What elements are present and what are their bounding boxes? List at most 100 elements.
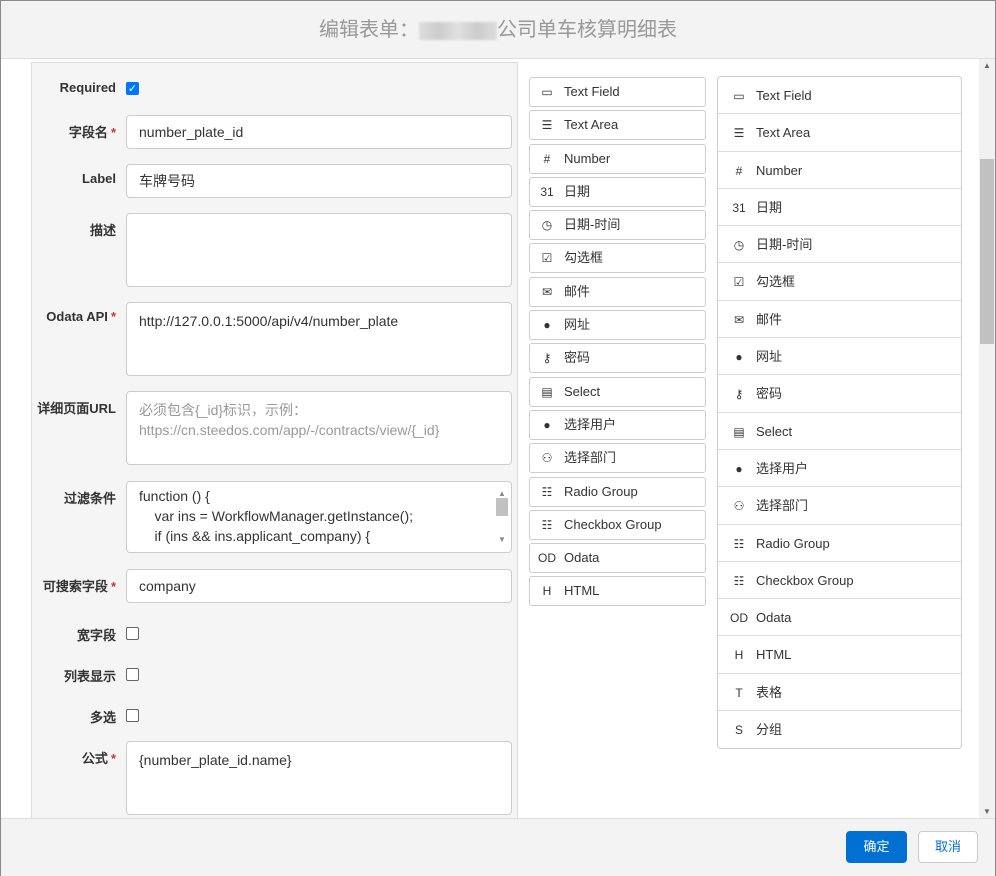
field-type-item[interactable]: ⚇ 选择部门 bbox=[529, 443, 706, 474]
dialog-header: 编辑表单： 公司单车核算明细表 bbox=[1, 1, 995, 59]
group-icon: ⚇ bbox=[733, 499, 745, 514]
wide-field-label: 宽字段 bbox=[76, 628, 116, 643]
field-type-item[interactable]: ☑ 勾选框 bbox=[529, 243, 706, 274]
confirm-button[interactable]: 确定 bbox=[846, 831, 907, 863]
list-display-label: 列表显示 bbox=[63, 669, 116, 684]
cancel-button[interactable]: 取消 bbox=[918, 831, 978, 863]
field-type-item[interactable]: OD Odata bbox=[529, 543, 706, 574]
field-type-item[interactable]: ☰ Text Area bbox=[529, 110, 706, 141]
field-type-label: Text Field bbox=[756, 88, 812, 103]
field-type-item[interactable]: ✉ 邮件 bbox=[529, 276, 706, 307]
label-input[interactable]: 车牌号码 bbox=[126, 164, 512, 198]
field-type-label: 选择部门 bbox=[564, 450, 617, 466]
text-field-icon: ▭ bbox=[541, 85, 553, 99]
field-type-item[interactable]: ☷ Radio Group bbox=[718, 525, 961, 562]
key-icon: ⚷ bbox=[734, 387, 744, 402]
field-type-item[interactable]: ☰ Text Area bbox=[718, 114, 961, 152]
field-type-item[interactable]: ⚷ 密码 bbox=[718, 375, 961, 413]
field-type-label: Checkbox Group bbox=[564, 516, 662, 532]
field-name-input[interactable]: number_plate_id bbox=[126, 115, 512, 149]
field-type-label: 邮件 bbox=[564, 283, 591, 299]
field-type-item[interactable]: ⚇ 选择部门 bbox=[718, 487, 961, 525]
field-type-label: 密码 bbox=[756, 386, 783, 402]
multiple-checkbox[interactable] bbox=[126, 709, 139, 722]
field-type-item[interactable]: ▭ Text Field bbox=[529, 77, 706, 107]
field-type-item[interactable]: ● 网址 bbox=[529, 310, 706, 341]
formula-label: 公式 * bbox=[81, 751, 116, 766]
field-type-item[interactable]: ▤ Select bbox=[529, 376, 706, 407]
field-type-item[interactable]: 31 日期 bbox=[718, 189, 961, 227]
searchable-label: 可搜索字段 * bbox=[42, 579, 116, 594]
field-type-item[interactable]: ☷ Checkbox Group bbox=[718, 562, 961, 600]
field-type-label: Select bbox=[564, 383, 601, 399]
detail-url-label: 详细页面URL bbox=[37, 401, 116, 416]
filter-label: 过滤条件 bbox=[63, 491, 116, 506]
field-type-item[interactable]: S 分组 bbox=[718, 711, 961, 748]
field-type-item[interactable]: # Number bbox=[529, 143, 706, 174]
field-type-label: Text Field bbox=[564, 84, 620, 99]
field-type-label: 日期 bbox=[756, 199, 783, 215]
field-type-item[interactable]: ☑ 勾选框 bbox=[718, 263, 961, 301]
label-label: Label bbox=[82, 171, 116, 186]
list-display-checkbox[interactable] bbox=[126, 668, 139, 681]
field-type-label: 选择用户 bbox=[756, 460, 809, 476]
formula-textarea[interactable]: {number_plate_id.name} bbox=[126, 741, 512, 815]
dialog-body: Required ✓ 字段名 * number_plate_id Label 车牌号码 … bbox=[1, 59, 995, 818]
field-type-item[interactable]: OD Odata bbox=[718, 599, 961, 637]
field-type-item[interactable]: ▤ Select bbox=[718, 413, 961, 450]
field-type-item[interactable]: H HTML bbox=[718, 636, 961, 674]
field-type-item[interactable]: ☷ Radio Group bbox=[529, 476, 706, 507]
detail-url-textarea[interactable]: 必须包含{_id}标识，示例： https://cn.steedos.com/a… bbox=[126, 391, 512, 465]
section-icon: S bbox=[734, 723, 743, 738]
field-type-label: Odata bbox=[756, 610, 792, 626]
field-type-item[interactable]: ▭ Text Field bbox=[718, 77, 961, 115]
required-checkbox[interactable]: ✓ bbox=[126, 82, 139, 95]
field-type-item[interactable]: ◷ 日期-时间 bbox=[529, 210, 706, 241]
description-label: 描述 bbox=[89, 223, 116, 238]
field-type-label: Text Area bbox=[564, 117, 619, 133]
field-type-item[interactable]: ● 网址 bbox=[718, 338, 961, 376]
edit-form-dialog: 编辑表单： 公司单车核算明细表 Required ✓ 字段名 * number_plat… bbox=[0, 0, 996, 876]
field-type-item[interactable]: # Number bbox=[718, 152, 961, 189]
multiple-label: 多选 bbox=[89, 710, 116, 725]
searchable-input[interactable]: company bbox=[126, 569, 512, 603]
field-type-label: 日期 bbox=[564, 183, 591, 199]
field-type-item[interactable]: T 表格 bbox=[718, 674, 961, 712]
field-palette: ▭ Text Field ☰ Text Area # Number 31 日期 ◷ 日期-时间 ☑ 勾… bbox=[529, 77, 706, 610]
field-type-label: Select bbox=[756, 423, 793, 439]
wide-field-checkbox[interactable] bbox=[126, 627, 139, 640]
field-type-item[interactable]: ✉ 邮件 bbox=[718, 301, 961, 339]
calendar-icon: 31 bbox=[732, 200, 746, 215]
field-type-label: 邮件 bbox=[756, 311, 783, 327]
checkbox-icon: ☑ bbox=[541, 251, 553, 266]
clock-icon: ◷ bbox=[541, 218, 553, 233]
filter-scrollbar[interactable]: ▲ ▼ bbox=[495, 484, 509, 550]
field-type-item[interactable]: ● 选择用户 bbox=[529, 409, 706, 440]
dialog-scrollbar[interactable]: ▲ ▼ bbox=[979, 59, 995, 818]
field-type-item[interactable]: ☷ Checkbox Group bbox=[529, 509, 706, 540]
field-type-label: 选择部门 bbox=[756, 498, 809, 514]
group-icon: ⚇ bbox=[541, 451, 553, 466]
field-name-label: 字段名 * bbox=[68, 125, 116, 140]
globe-icon: ● bbox=[735, 350, 743, 365]
field-type-label: 表格 bbox=[756, 684, 783, 700]
description-textarea[interactable] bbox=[126, 213, 512, 287]
filter-code: function () { var ins = WorkflowManager.… bbox=[139, 488, 414, 544]
field-type-item[interactable]: ⚷ 密码 bbox=[529, 343, 706, 374]
field-type-item[interactable]: ◷ 日期-时间 bbox=[718, 226, 961, 264]
field-type-item[interactable]: ● 选择用户 bbox=[718, 450, 961, 488]
odata-api-textarea[interactable]: http://127.0.0.1:5000/api/v4/number_plat… bbox=[126, 302, 512, 376]
field-type-item[interactable]: 31 日期 bbox=[529, 176, 706, 207]
radio-group-icon: ☷ bbox=[541, 484, 553, 499]
field-type-label: Checkbox Group bbox=[756, 572, 854, 588]
required-label: Required bbox=[59, 80, 116, 95]
field-type-label: Number bbox=[564, 150, 611, 166]
field-type-label: 网址 bbox=[756, 349, 783, 365]
field-type-label: Number bbox=[756, 162, 803, 178]
filter-textarea[interactable]: function () { var ins = WorkflowManager.… bbox=[126, 481, 512, 553]
field-type-label: 勾选框 bbox=[564, 250, 604, 266]
redacted-text bbox=[419, 21, 497, 40]
field-type-label: 分组 bbox=[756, 722, 783, 738]
field-type-item[interactable]: H HTML bbox=[529, 576, 706, 607]
field-type-label: HTML bbox=[564, 583, 600, 599]
